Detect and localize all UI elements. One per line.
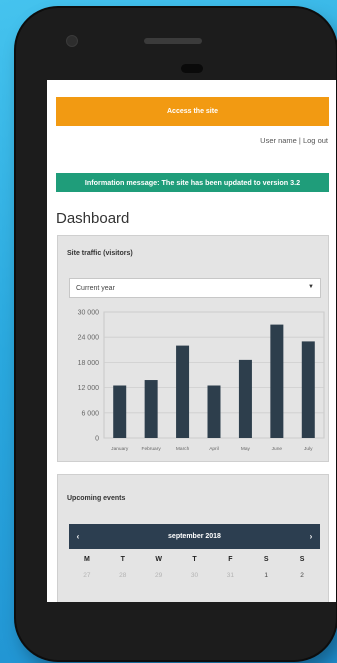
page-title: Dashboard <box>56 210 130 227</box>
bar-july <box>301 341 315 438</box>
access-site-button[interactable]: Access the site <box>56 97 329 126</box>
bar-march <box>176 345 190 438</box>
x-tick-label: June <box>272 446 283 452</box>
bar-june <box>270 324 284 438</box>
screen: Access the site User name | Log out Info… <box>47 80 336 602</box>
bar-february <box>144 380 158 438</box>
calendar-dates: 27 28 29 30 31 1 2 <box>69 570 320 582</box>
calendar-day[interactable]: 31 <box>212 570 248 582</box>
user-links: User name | Log out <box>260 136 328 145</box>
period-select-value: Current year <box>76 284 115 292</box>
camera-icon <box>66 35 78 47</box>
weekday-label: S <box>299 556 305 563</box>
bar-april <box>207 385 221 438</box>
x-tick-label: March <box>176 446 190 452</box>
y-tick-label: 0 <box>95 436 99 443</box>
weekday-label: W <box>155 556 162 563</box>
x-tick-label: May <box>241 446 251 452</box>
y-tick-label: 12 000 <box>78 385 100 392</box>
weekday-label: T <box>120 556 125 563</box>
weekday-label: F <box>228 556 233 563</box>
weekday-label: S <box>263 556 269 563</box>
x-tick-label: January <box>111 446 129 452</box>
weekday-label: M <box>84 556 90 563</box>
calendar-month-label: september 2018 <box>168 533 221 540</box>
calendar-weekdays: MTWTFSS <box>69 553 320 567</box>
bar-may <box>238 359 252 438</box>
proximity-sensor <box>181 64 203 73</box>
x-tick-label: April <box>209 446 219 452</box>
y-tick-label: 24 000 <box>78 335 100 342</box>
calendar-day[interactable]: 29 <box>141 570 177 582</box>
chevron-left-icon[interactable]: ‹ <box>69 524 87 549</box>
caret-down-icon: ▼ <box>308 284 314 290</box>
calendar-day[interactable]: 28 <box>105 570 141 582</box>
info-message-banner: Information message: The site has been u… <box>56 173 329 192</box>
calendar-day[interactable]: 30 <box>177 570 213 582</box>
speaker-grille <box>144 38 202 44</box>
traffic-bar-chart: 30 000 24 000 18 000 12 000 6 000 0 January Feb… <box>78 310 325 452</box>
events-card-title: Upcoming events <box>67 495 126 502</box>
y-tick-label: 18 000 <box>78 360 100 367</box>
calendar-header: ‹ september 2018 › <box>69 524 320 549</box>
traffic-card: Site traffic (visitors) Current year ▼ 3… <box>57 235 329 462</box>
x-tick-label: July <box>304 446 313 452</box>
username-link[interactable]: User name <box>260 136 297 145</box>
phone-frame: Access the site User name | Log out Info… <box>16 8 336 660</box>
calendar-day[interactable]: 2 <box>284 570 320 582</box>
calendar-day[interactable]: 1 <box>248 570 284 582</box>
x-tick-label: February <box>142 446 162 452</box>
chevron-right-icon[interactable]: › <box>302 524 320 549</box>
bar-january <box>113 385 127 438</box>
traffic-card-title: Site traffic (visitors) <box>67 250 133 257</box>
period-select[interactable]: Current year ▼ <box>69 278 321 298</box>
y-tick-label: 6 000 <box>81 410 99 417</box>
y-tick-label: 30 000 <box>78 310 100 317</box>
weekday-label: T <box>192 556 197 563</box>
logout-link[interactable]: Log out <box>303 136 328 145</box>
calendar-day[interactable]: 27 <box>69 570 105 582</box>
events-card: Upcoming events ‹ september 2018 › M T W T F… <box>57 474 329 602</box>
